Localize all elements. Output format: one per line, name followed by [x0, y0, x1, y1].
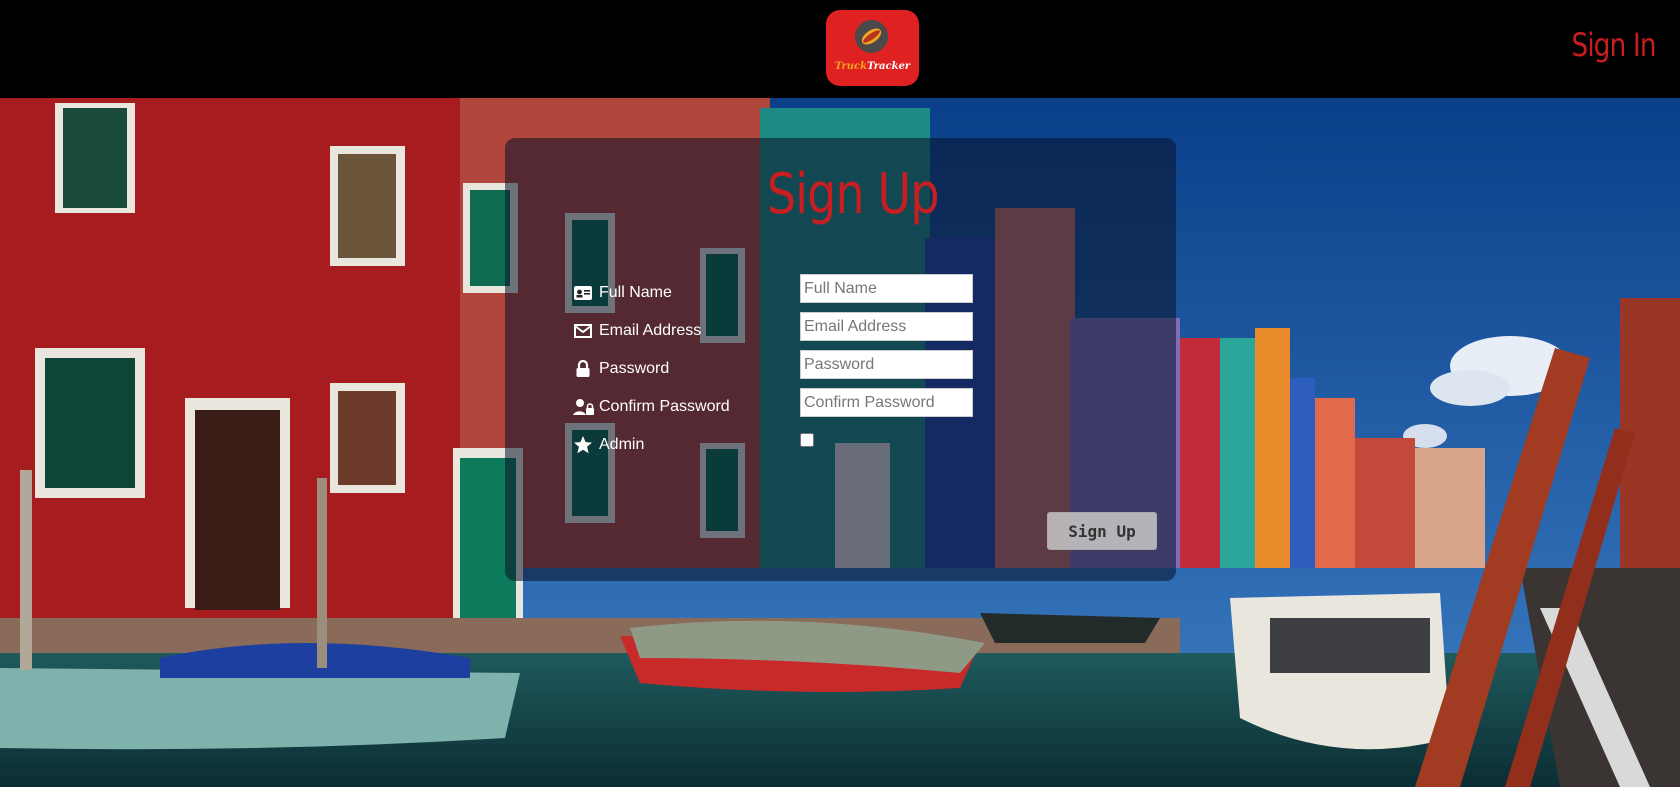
- sign-up-button[interactable]: Sign Up: [1047, 512, 1157, 550]
- star-icon: [573, 435, 593, 455]
- label-admin: Admin: [573, 430, 644, 460]
- lock-icon: [573, 359, 593, 379]
- envelope-icon: [573, 321, 593, 341]
- logo-text: TruckTracker: [834, 61, 911, 72]
- label-password: Password: [573, 354, 669, 384]
- label-text: Full Name: [599, 284, 672, 301]
- top-nav: TruckTracker Sign In: [0, 0, 1680, 98]
- app-logo[interactable]: TruckTracker: [826, 10, 919, 86]
- label-confirm-password: Confirm Password: [573, 392, 730, 422]
- page-title: Sign Up: [766, 162, 940, 227]
- label-email: Email Address: [573, 316, 701, 346]
- label-text: Confirm Password: [599, 398, 730, 415]
- password-input[interactable]: [800, 350, 973, 379]
- user-lock-icon: [573, 397, 594, 417]
- admin-checkbox[interactable]: [800, 433, 814, 447]
- confirm-password-input[interactable]: [800, 388, 973, 417]
- label-text: Email Address: [599, 322, 702, 339]
- label-text: Admin: [599, 436, 645, 453]
- full-name-input[interactable]: [800, 274, 973, 303]
- label-full-name: Full Name: [573, 278, 672, 308]
- hotdog-icon: [855, 20, 888, 53]
- label-text: Password: [599, 360, 670, 377]
- id-card-icon: [573, 283, 593, 303]
- sign-in-link[interactable]: Sign In: [1572, 26, 1657, 64]
- email-input[interactable]: [800, 312, 973, 341]
